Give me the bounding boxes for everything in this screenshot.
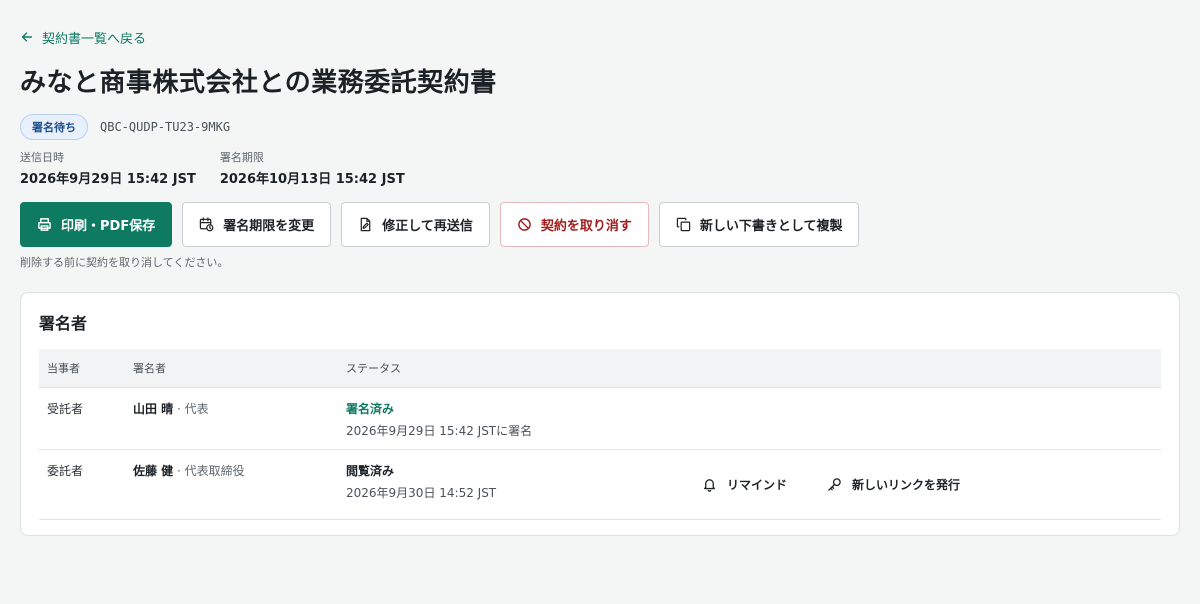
status-label: 閲覧済み — [346, 463, 395, 478]
cancel-contract-label: 契約を取り消す — [540, 219, 632, 234]
status-badge: 署名待ち — [20, 114, 88, 140]
back-to-list-link[interactable]: 契約書一覧へ戻る — [20, 28, 147, 47]
signer-cell: 佐藤 健 · 代表取締役 — [125, 449, 338, 520]
duplicate-draft-button[interactable]: 新しい下書きとして複製 — [658, 202, 860, 247]
change-deadline-button[interactable]: 署名期限を変更 — [182, 202, 332, 247]
edit-resend-button[interactable]: 修正して再送信 — [341, 202, 490, 247]
issue-new-link-label: 新しいリンクを発行 — [852, 477, 961, 492]
signers-table: 当事者 署名者 ステータス 受託者 山田 晴 · 代表 署名済み 2026年9月… — [39, 349, 1161, 520]
contract-detail-page: 契約書一覧へ戻る みなと商事株式会社との業務委託契約書 署名待ち QBC-QUD… — [0, 0, 1200, 270]
status-cell: 署名済み 2026年9月29日 15:42 JSTに署名 — [338, 387, 672, 450]
key-icon — [828, 477, 841, 491]
signer-name: 山田 晴 — [133, 401, 174, 416]
deadline-date-value: 2026年10月13日 15:42 JST — [219, 172, 405, 187]
row-actions: リマインド 新しいリンクを発行 — [680, 462, 1153, 493]
delete-helper-text: 削除する前に契約を取り消してください。 — [20, 256, 229, 269]
deadline-date-label: 署名期限 — [219, 151, 264, 164]
row-actions-cell: リマインド 新しいリンクを発行 — [672, 449, 1161, 520]
contract-id: QBC-QUDP-TU23-9MKG — [100, 120, 231, 134]
signers-table-header: 当事者 署名者 ステータス — [39, 349, 1161, 388]
sent-date-value: 2026年9月29日 15:42 JST — [20, 172, 196, 187]
printer-icon — [38, 218, 51, 231]
cancel-contract-button[interactable]: 契約を取り消す — [499, 202, 649, 247]
issue-new-link-button[interactable]: 新しいリンクを発行 — [827, 476, 960, 493]
signer-role: · 代表取締役 — [173, 463, 245, 478]
action-toolbar: 印刷・PDF保存 署名期限を変更 修正して再送信 契約を取り消す 新しい下書きと… — [20, 202, 1180, 247]
signer-cell: 山田 晴 · 代表 — [125, 387, 338, 450]
status-detail: 2026年9月29日 15:42 JSTに署名 — [346, 423, 533, 438]
signer-name: 佐藤 健 — [133, 463, 174, 478]
remind-label: リマインド — [727, 477, 788, 492]
remind-button[interactable]: リマインド — [702, 476, 787, 493]
column-header-status: ステータス — [338, 349, 672, 388]
copy-icon — [676, 217, 691, 232]
print-pdf-button[interactable]: 印刷・PDF保存 — [20, 202, 173, 247]
deadline-date-block: 署名期限 2026年10月13日 15:42 JST — [220, 150, 405, 187]
page-title: みなと商事株式会社との業務委託契約書 — [20, 68, 497, 98]
signer-role: · 代表 — [173, 401, 209, 416]
status-label: 署名済み — [346, 401, 395, 416]
file-edit-icon — [360, 217, 371, 232]
bell-icon — [703, 478, 716, 492]
signers-card: 署名者 当事者 署名者 ステータス 受託者 山田 晴 · 代表 署名済み 202… — [20, 292, 1180, 536]
column-header-actions — [672, 349, 1161, 388]
sent-date-block: 送信日時 2026年9月29日 15:42 JST — [20, 150, 196, 187]
edit-resend-label: 修正して再送信 — [382, 219, 473, 234]
contract-meta-row: 署名待ち QBC-QUDP-TU23-9MKG — [20, 114, 1180, 140]
contract-dates: 送信日時 2026年9月29日 15:42 JST 署名期限 2026年10月1… — [20, 150, 1180, 187]
signers-card-title: 署名者 — [39, 314, 88, 333]
column-header-signer: 署名者 — [125, 349, 338, 388]
ban-icon — [518, 218, 531, 231]
calendar-clock-icon — [200, 217, 214, 232]
status-cell: 閲覧済み 2026年9月30日 14:52 JST — [338, 449, 672, 520]
column-header-party: 当事者 — [39, 349, 125, 388]
table-row: 委託者 佐藤 健 · 代表取締役 閲覧済み 2026年9月30日 14:52 J… — [39, 449, 1161, 520]
print-pdf-label: 印刷・PDF保存 — [61, 219, 156, 234]
back-link-label: 契約書一覧へ戻る — [42, 31, 147, 47]
party-cell: 委託者 — [39, 449, 125, 520]
party-cell: 受託者 — [39, 387, 125, 450]
duplicate-draft-label: 新しい下書きとして複製 — [699, 219, 843, 234]
change-deadline-label: 署名期限を変更 — [223, 219, 315, 234]
table-row: 受託者 山田 晴 · 代表 署名済み 2026年9月29日 15:42 JSTに… — [39, 387, 1161, 450]
status-detail: 2026年9月30日 14:52 JST — [346, 485, 497, 500]
row-actions-cell — [672, 387, 1161, 450]
sent-date-label: 送信日時 — [20, 151, 64, 164]
arrow-left-icon — [21, 32, 33, 42]
